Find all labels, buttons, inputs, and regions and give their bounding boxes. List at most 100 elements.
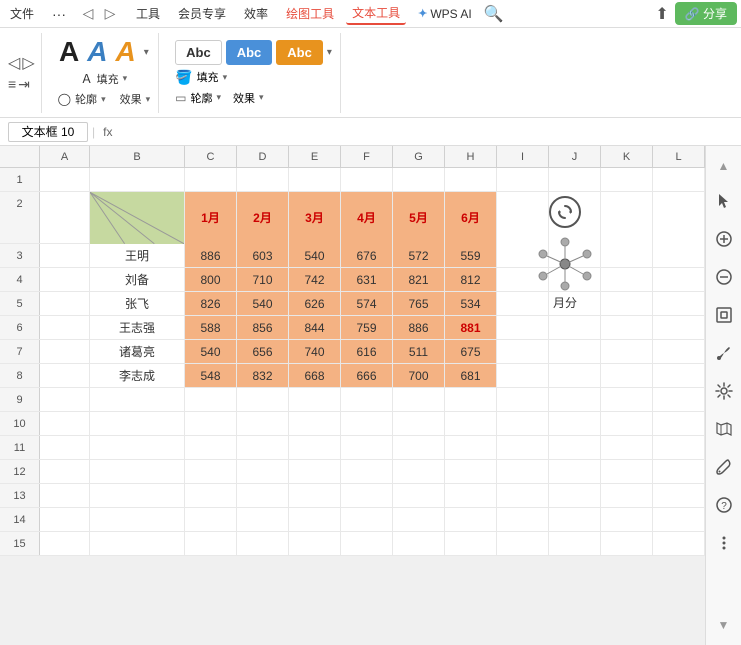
cell-i9[interactable] [497, 388, 549, 411]
cell-f8[interactable]: 666 [341, 364, 393, 387]
frame-icon[interactable] [709, 300, 739, 330]
cell-b1[interactable] [90, 168, 185, 191]
nav-back[interactable]: ◁ [78, 4, 98, 24]
cell-l3[interactable] [653, 244, 705, 267]
cell-e6[interactable]: 844 [289, 316, 341, 339]
cell-d4[interactable]: 710 [237, 268, 289, 291]
cell-l1[interactable] [653, 168, 705, 191]
abc-effect-dropdown[interactable]: ▾ [259, 92, 264, 103]
cell-i6[interactable] [497, 316, 549, 339]
menu-member[interactable]: 会员专享 [172, 3, 232, 24]
cell-b7-name[interactable]: 诸葛亮 [90, 340, 185, 363]
cell-l8[interactable] [653, 364, 705, 387]
cell-g7[interactable]: 511 [393, 340, 445, 363]
cell-a9[interactable] [40, 388, 90, 411]
cell-j7[interactable] [549, 340, 601, 363]
ribbon-back-icon[interactable]: ◁ [8, 53, 20, 73]
text-style-dropdown[interactable]: ▾ [144, 47, 149, 58]
text-style-plain[interactable]: A [59, 38, 79, 66]
align-icon[interactable]: ≡ [8, 76, 16, 92]
cell-d2-header[interactable]: 2月 [237, 192, 289, 244]
abc-btn-3[interactable]: Abc [276, 40, 323, 65]
abc-dropdown[interactable]: ▾ [327, 47, 332, 58]
paint-icon[interactable] [709, 338, 739, 368]
cell-f5[interactable]: 574 [341, 292, 393, 315]
cell-h6[interactable]: 881 [445, 316, 497, 339]
share-button[interactable]: 🔗 分享 [675, 2, 737, 25]
cell-h9[interactable] [445, 388, 497, 411]
more-icon[interactable] [709, 528, 739, 558]
cursor-tool-icon[interactable] [709, 186, 739, 216]
help-icon[interactable]: ? [709, 490, 739, 520]
cell-b4-name[interactable]: 刘备 [90, 268, 185, 291]
cell-f6[interactable]: 759 [341, 316, 393, 339]
cell-f7[interactable]: 616 [341, 340, 393, 363]
cell-c4[interactable]: 800 [185, 268, 237, 291]
cell-g5[interactable]: 765 [393, 292, 445, 315]
cell-b5-name[interactable]: 张飞 [90, 292, 185, 315]
cell-h3[interactable]: 559 [445, 244, 497, 267]
ribbon-fwd-icon[interactable]: ▷ [22, 53, 34, 73]
cell-c1[interactable] [185, 168, 237, 191]
cell-h5[interactable]: 534 [445, 292, 497, 315]
cell-e7[interactable]: 740 [289, 340, 341, 363]
cell-c9[interactable] [185, 388, 237, 411]
cell-d1[interactable] [237, 168, 289, 191]
cell-k7[interactable] [601, 340, 653, 363]
cell-f3[interactable]: 676 [341, 244, 393, 267]
cell-c5[interactable]: 826 [185, 292, 237, 315]
cell-d6[interactable]: 856 [237, 316, 289, 339]
cell-e9[interactable] [289, 388, 341, 411]
cell-d3[interactable]: 603 [237, 244, 289, 267]
menu-text-tool[interactable]: 文本工具 [346, 2, 406, 25]
outline-dropdown[interactable]: ▾ [101, 94, 106, 105]
cell-g4[interactable]: 821 [393, 268, 445, 291]
cell-a7[interactable] [40, 340, 90, 363]
formula-input[interactable] [120, 125, 733, 139]
cell-c8[interactable]: 548 [185, 364, 237, 387]
menu-efficiency[interactable]: 效率 [238, 3, 274, 24]
cell-l7[interactable] [653, 340, 705, 363]
cell-e8[interactable]: 668 [289, 364, 341, 387]
cell-f4[interactable]: 631 [341, 268, 393, 291]
fill-dropdown[interactable]: ▾ [123, 73, 128, 84]
menu-tool[interactable]: 工具 [130, 3, 166, 24]
abc-btn-1[interactable]: Abc [175, 40, 222, 65]
cell-a3[interactable] [40, 244, 90, 267]
cell-e1[interactable] [289, 168, 341, 191]
cell-l2[interactable] [653, 192, 705, 244]
cell-b9[interactable] [90, 388, 185, 411]
cell-g2-header[interactable]: 5月 [393, 192, 445, 244]
cell-k1[interactable] [601, 168, 653, 191]
cell-k9[interactable] [601, 388, 653, 411]
refresh-icon[interactable] [549, 196, 581, 228]
map-icon[interactable] [709, 414, 739, 444]
text-style-orange[interactable]: A [115, 38, 135, 66]
indent-icon[interactable]: ⇥ [18, 76, 30, 93]
add-item-icon[interactable] [709, 224, 739, 254]
cell-reference[interactable] [8, 122, 88, 142]
scroll-down-icon[interactable]: ▼ [712, 613, 736, 637]
cell-e2-header[interactable]: 3月 [289, 192, 341, 244]
cell-f1[interactable] [341, 168, 393, 191]
cell-a1[interactable] [40, 168, 90, 191]
cell-d8[interactable]: 832 [237, 364, 289, 387]
cell-l4[interactable] [653, 268, 705, 291]
cell-e5[interactable]: 626 [289, 292, 341, 315]
cell-k6[interactable] [601, 316, 653, 339]
cell-c7[interactable]: 540 [185, 340, 237, 363]
abc-outline-dropdown[interactable]: ▾ [216, 92, 221, 103]
cell-c6[interactable]: 588 [185, 316, 237, 339]
cell-d5[interactable]: 540 [237, 292, 289, 315]
nav-fwd[interactable]: ▷ [100, 4, 120, 24]
upload-icon[interactable]: ⬆ [655, 4, 668, 24]
cell-h2-header[interactable]: 6月 [445, 192, 497, 244]
cell-e3[interactable]: 540 [289, 244, 341, 267]
cell-b3-name[interactable]: 王明 [90, 244, 185, 267]
effect-dropdown[interactable]: ▾ [146, 94, 151, 105]
cell-j8[interactable] [549, 364, 601, 387]
cell-l5[interactable] [653, 292, 705, 315]
cell-j9[interactable] [549, 388, 601, 411]
cell-k8[interactable] [601, 364, 653, 387]
text-style-blue[interactable]: A [87, 38, 107, 66]
